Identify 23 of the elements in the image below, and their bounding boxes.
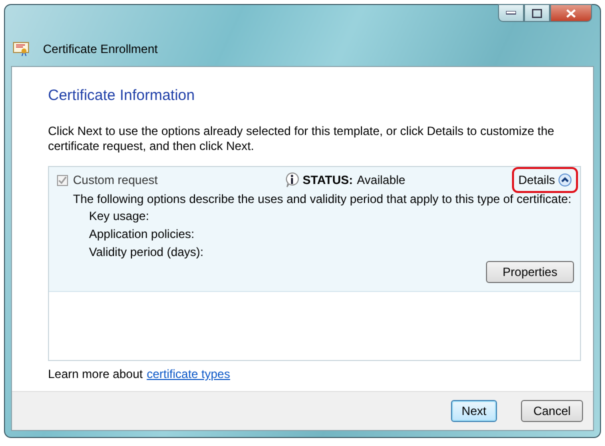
field-label: Validity period (days): [89,245,204,259]
instructions-text: Click Next to use the options already selected for this template, or click Details to customize the certificate request, and then click Next. [48,124,556,154]
certificate-icon [13,42,29,56]
page-heading: Certificate Information [48,87,196,104]
dialog-button[interactable]: Next [451,400,497,422]
minimize-button[interactable] [498,4,524,22]
help-text: Learn more about [48,367,143,381]
field-label: Application policies: [89,227,196,241]
window-title: Certificate Enrollment [43,42,158,56]
close-icon [566,8,576,18]
help-link[interactable]: certificate types [146,367,230,381]
info-icon [284,172,299,188]
minimize-icon [506,11,516,15]
dialog-button[interactable]: Cancel [521,400,583,422]
status-value: Available [356,173,406,187]
close-button[interactable] [550,4,592,22]
maximize-button[interactable] [524,4,550,22]
chevron-icon [558,173,572,187]
field-label: Key usage: [89,209,150,223]
maximize-icon [532,8,542,18]
template-name: Custom request [73,173,158,187]
description-text: The following options describe the uses and validity period that apply to this type of certificate: [73,192,572,206]
status-label: STATUS: [302,173,353,187]
